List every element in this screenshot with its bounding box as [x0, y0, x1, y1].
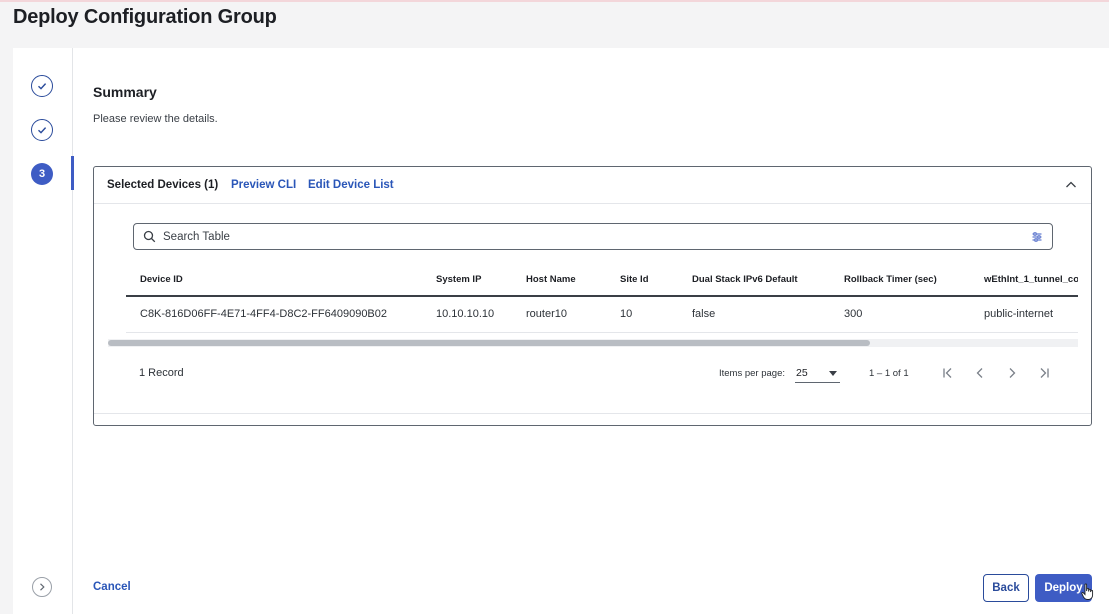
summary-subtitle: Please review the details.: [93, 113, 218, 125]
first-page-icon: [943, 368, 952, 378]
edit-device-list-link[interactable]: Edit Device List: [308, 179, 394, 191]
check-icon: [38, 127, 47, 134]
items-per-page-label: Items per page:: [719, 368, 786, 379]
preview-cli-link[interactable]: Preview CLI: [231, 179, 296, 191]
cell-device-id: C8K-816D06FF-4E71-4FF4-D8C2-FF6409090B02: [126, 296, 422, 333]
cell-host-name: router10: [512, 296, 606, 333]
step-number: 3: [38, 168, 46, 180]
cancel-button[interactable]: Cancel: [93, 581, 131, 593]
chevron-up-icon: [1066, 181, 1076, 188]
column-header-rollback-timer[interactable]: Rollback Timer (sec): [830, 263, 970, 297]
card-footer-divider: [94, 413, 1091, 414]
summary-title: Summary: [93, 84, 157, 100]
record-count: 1 Record: [139, 367, 184, 379]
wizard-panel: 3 Summary Please review the details. Sel…: [13, 48, 1109, 614]
search-icon: [143, 230, 156, 243]
chevron-left-icon: [976, 368, 983, 378]
page-title: Deploy Configuration Group: [13, 6, 277, 28]
column-header-site-id[interactable]: Site Id: [606, 263, 678, 297]
chevron-right-icon: [40, 583, 45, 591]
cell-tunnel-color: public-internet: [970, 296, 1078, 333]
table-header-row: Device ID System IP Host Name Site Id Du…: [126, 263, 1078, 297]
table-row[interactable]: C8K-816D06FF-4E71-4FF4-D8C2-FF6409090B02…: [126, 296, 1078, 333]
page-range-label: 1 – 1 of 1: [869, 368, 909, 379]
selected-devices-card: Selected Devices (1) Preview CLI Edit De…: [93, 166, 1092, 426]
first-page-button[interactable]: [940, 365, 956, 381]
collapse-card-button[interactable]: [1063, 177, 1079, 193]
active-step-indicator: [71, 156, 74, 190]
horizontal-scrollbar[interactable]: [108, 339, 1078, 347]
pagination-bar: 1 Record Items per page: 25 1 – 1 of 1: [94, 357, 1091, 387]
filter-settings-icon[interactable]: [1031, 231, 1043, 243]
step-2-completed[interactable]: [31, 119, 53, 141]
column-header-dual-stack-ipv6[interactable]: Dual Stack IPv6 Default: [678, 263, 830, 297]
cell-system-ip: 10.10.10.10: [422, 296, 512, 333]
back-button[interactable]: Back: [983, 574, 1029, 602]
cell-rollback-timer: 300: [830, 296, 970, 333]
devices-table: Device ID System IP Host Name Site Id Du…: [126, 263, 1078, 333]
caret-down-icon: [829, 371, 837, 376]
step-1-completed[interactable]: [31, 75, 53, 97]
card-header: Selected Devices (1) Preview CLI Edit De…: [94, 167, 1091, 204]
column-header-tunnel-color[interactable]: wEthInt_1_tunnel_co: [970, 263, 1078, 297]
next-page-button[interactable]: [1004, 365, 1020, 381]
search-table-input[interactable]: [163, 228, 1013, 246]
last-page-icon: [1040, 368, 1049, 378]
cell-site-id: 10: [606, 296, 678, 333]
chevron-right-icon: [1009, 368, 1016, 378]
previous-page-button[interactable]: [972, 365, 988, 381]
cell-dual-stack-ipv6: false: [678, 296, 830, 333]
check-icon: [38, 83, 47, 90]
column-header-device-id[interactable]: Device ID: [126, 263, 422, 297]
column-header-host-name[interactable]: Host Name: [512, 263, 606, 297]
last-page-button[interactable]: [1036, 365, 1052, 381]
step-3-current[interactable]: 3: [31, 163, 53, 185]
hand-cursor-icon: [1081, 583, 1094, 600]
items-per-page-value: 25: [796, 367, 808, 379]
top-accent-line: [0, 0, 1109, 2]
scrollbar-thumb[interactable]: [108, 340, 870, 346]
devices-table-container[interactable]: Device ID System IP Host Name Site Id Du…: [126, 263, 1078, 343]
wizard-stepper: 3: [13, 48, 74, 614]
items-per-page-select[interactable]: 25: [795, 365, 840, 383]
column-header-system-ip[interactable]: System IP: [422, 263, 512, 297]
selected-devices-title: Selected Devices (1): [107, 179, 219, 191]
search-table-box: [133, 223, 1053, 250]
wizard-content: Summary Please review the details. Selec…: [93, 48, 1094, 614]
expand-stepper-button[interactable]: [32, 577, 52, 597]
